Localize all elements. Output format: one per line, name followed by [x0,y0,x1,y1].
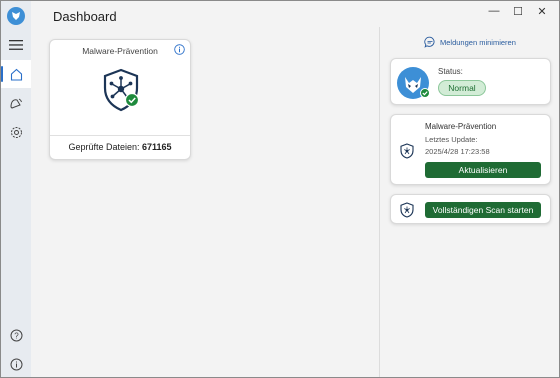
minimize-notifications-link[interactable]: Meldungen minimieren [424,36,516,48]
info-icon[interactable] [174,44,185,55]
shield-network-icon [103,68,140,112]
scanned-files-label: Geprüfte Dateien: [68,142,140,152]
scanned-files-count: 671165 [142,142,172,152]
page-title: Dashboard [53,9,117,24]
menu-icon [9,40,23,50]
menu-button[interactable] [1,31,31,59]
scanned-files-row: Geprüfte Dateien: 671165 [50,135,190,152]
nav-settings[interactable] [1,118,31,146]
nav-rail: ? [1,1,31,377]
status-badge: Normal [438,80,486,96]
gear-icon [10,126,22,138]
update-card: Malware-Prävention Letztes Update: 2025/… [390,114,551,185]
status-card: Status: Normal [390,58,551,105]
app-logo-icon [7,7,25,25]
nav-info[interactable] [1,350,31,377]
home-icon [10,68,22,81]
update-button[interactable]: Aktualisieren [425,162,541,178]
info-icon [10,358,22,370]
minimize-window-button[interactable]: — [483,3,505,19]
nav-alerts[interactable] [1,89,31,117]
maximize-window-button[interactable]: ☐ [507,3,529,19]
alerts-icon [10,98,22,109]
nav-home[interactable] [1,60,31,88]
last-update-label: Letztes Update: [425,135,478,144]
check-icon [420,88,430,98]
malware-card-title: Malware-Prävention [82,46,158,56]
shield-icon [400,202,414,218]
help-icon: ? [10,329,22,341]
scan-card: Vollständigen Scan starten [390,194,551,224]
malware-prevention-card[interactable]: Malware-Prävention Geprüfte Dateien: 671… [49,39,191,160]
app-window: ? Dashboard — ☐ ✕ Malware-Prävention Gep… [0,0,560,378]
nav-help[interactable]: ? [1,321,31,349]
svg-text:?: ? [14,331,19,340]
last-update-value: 2025/4/28 17:23:58 [425,147,490,156]
close-window-button[interactable]: ✕ [531,3,553,19]
update-card-title: Malware-Prävention [425,122,497,131]
chat-bubble-icon [424,36,435,48]
full-scan-button[interactable]: Vollständigen Scan starten [425,202,541,218]
status-label: Status: [438,67,463,76]
shield-icon [400,143,414,159]
